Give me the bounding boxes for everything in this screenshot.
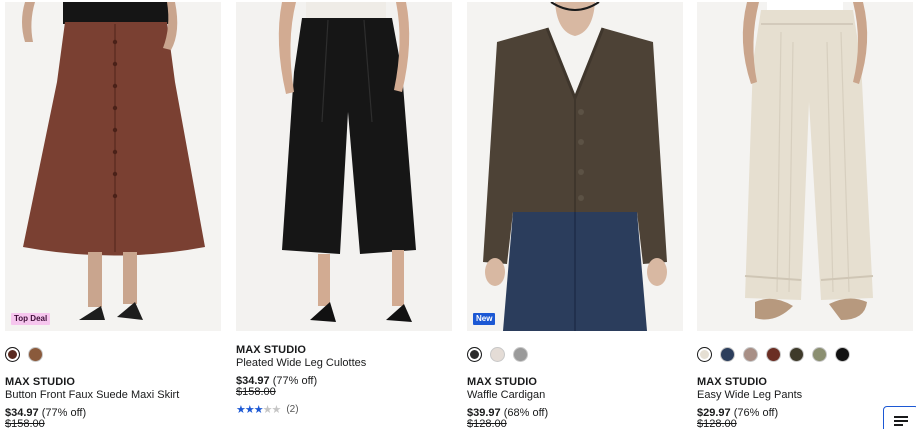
product-title[interactable]: Button Front Faux Suede Maxi Skirt — [5, 389, 179, 401]
product-image[interactable] — [697, 2, 913, 331]
color-swatch[interactable] — [513, 347, 528, 362]
color-swatch[interactable] — [789, 347, 804, 362]
new-badge: New — [473, 313, 496, 325]
color-swatch[interactable] — [743, 347, 758, 362]
color-swatch[interactable] — [28, 347, 43, 362]
culottes-photo — [236, 2, 452, 331]
color-swatches — [467, 347, 528, 363]
product-card[interactable]: MAX STUDIO Easy Wide Leg Pants $29.97 (7… — [697, 0, 913, 429]
original-price: $128.00 — [467, 418, 507, 429]
product-image[interactable]: New — [467, 2, 683, 331]
product-title[interactable]: Waffle Cardigan — [467, 389, 545, 401]
chat-button[interactable] — [883, 406, 916, 429]
color-swatches — [697, 347, 850, 363]
product-card[interactable]: New MAX STUDIO Waffle Cardigan $39.97 (6… — [467, 0, 683, 429]
chat-icon — [894, 416, 908, 426]
color-swatch[interactable] — [467, 347, 482, 362]
product-brand[interactable]: MAX STUDIO — [467, 376, 537, 388]
product-brand[interactable]: MAX STUDIO — [697, 376, 767, 388]
color-swatch[interactable] — [766, 347, 781, 362]
color-swatch[interactable] — [490, 347, 505, 362]
product-title[interactable]: Pleated Wide Leg Culottes — [236, 357, 366, 369]
product-rating[interactable]: ★★★★★ (2) — [236, 403, 299, 416]
star-rating-icon: ★★★★★ — [236, 404, 281, 416]
review-count: (2) — [286, 404, 299, 415]
color-swatch[interactable] — [812, 347, 827, 362]
skirt-photo — [5, 2, 221, 331]
top-deal-badge: Top Deal — [11, 313, 51, 325]
product-card[interactable]: Top Deal MAX STUDIO Button Front Faux Su… — [5, 0, 221, 429]
discount-percent: (77% off) — [272, 375, 318, 387]
cardigan-photo — [467, 2, 683, 331]
product-image[interactable] — [236, 2, 452, 331]
color-swatches — [5, 347, 43, 363]
discount-percent: (68% off) — [503, 407, 549, 419]
product-brand[interactable]: MAX STUDIO — [5, 376, 75, 388]
product-title[interactable]: Easy Wide Leg Pants — [697, 389, 802, 401]
product-card[interactable]: MAX STUDIO Pleated Wide Leg Culottes $34… — [236, 0, 452, 429]
color-swatch[interactable] — [5, 347, 20, 362]
color-swatch[interactable] — [720, 347, 735, 362]
product-image[interactable]: Top Deal — [5, 2, 221, 331]
discount-percent: (76% off) — [733, 407, 779, 419]
pants-photo — [697, 2, 913, 331]
original-price: $158.00 — [5, 418, 45, 429]
original-price: $158.00 — [236, 386, 276, 398]
product-brand[interactable]: MAX STUDIO — [236, 344, 306, 356]
discount-percent: (77% off) — [41, 407, 87, 419]
color-swatch[interactable] — [697, 347, 712, 362]
color-swatch[interactable] — [835, 347, 850, 362]
original-price: $128.00 — [697, 418, 737, 429]
